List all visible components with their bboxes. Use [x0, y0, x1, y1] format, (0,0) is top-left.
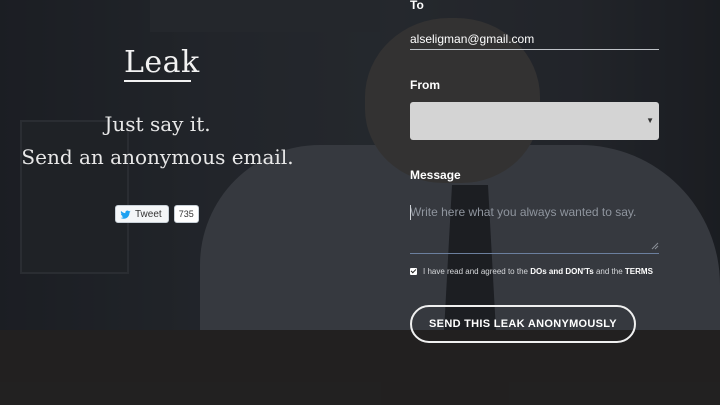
logo[interactable]: Leak — [124, 45, 200, 80]
tweet-button[interactable]: Tweet — [115, 205, 169, 223]
text-caret — [410, 205, 411, 220]
tweet-label: Tweet — [135, 208, 162, 220]
send-leak-button[interactable]: SEND THIS LEAK ANONYMOUSLY — [410, 305, 636, 343]
agree-checkbox[interactable] — [410, 268, 417, 275]
tweet-widget: Tweet 735 — [115, 205, 199, 223]
agree-prefix: I have read and agreed to the — [423, 267, 528, 276]
from-select[interactable]: ▼ — [410, 102, 659, 140]
tagline-2: Send an anonymous email. — [21, 145, 294, 169]
message-field[interactable] — [410, 203, 659, 254]
from-label: From — [410, 78, 440, 92]
caret-down-icon: ▼ — [646, 116, 654, 125]
resize-grip-icon[interactable] — [651, 242, 659, 250]
message-label: Message — [410, 168, 461, 182]
logo-underline — [124, 80, 191, 82]
twitter-bird-icon — [120, 210, 131, 219]
to-label: To — [410, 0, 424, 12]
to-field[interactable] — [410, 29, 659, 50]
agree-middle: and the — [595, 267, 623, 276]
terms-agreement: I have read and agreed to the DOs and DO… — [410, 267, 653, 276]
terms-link[interactable]: TERMS — [625, 267, 653, 276]
tweet-count[interactable]: 735 — [173, 205, 199, 223]
tagline-1: Just say it. — [104, 112, 211, 136]
dos-donts-link[interactable]: DOs and DON'Ts — [530, 267, 594, 276]
